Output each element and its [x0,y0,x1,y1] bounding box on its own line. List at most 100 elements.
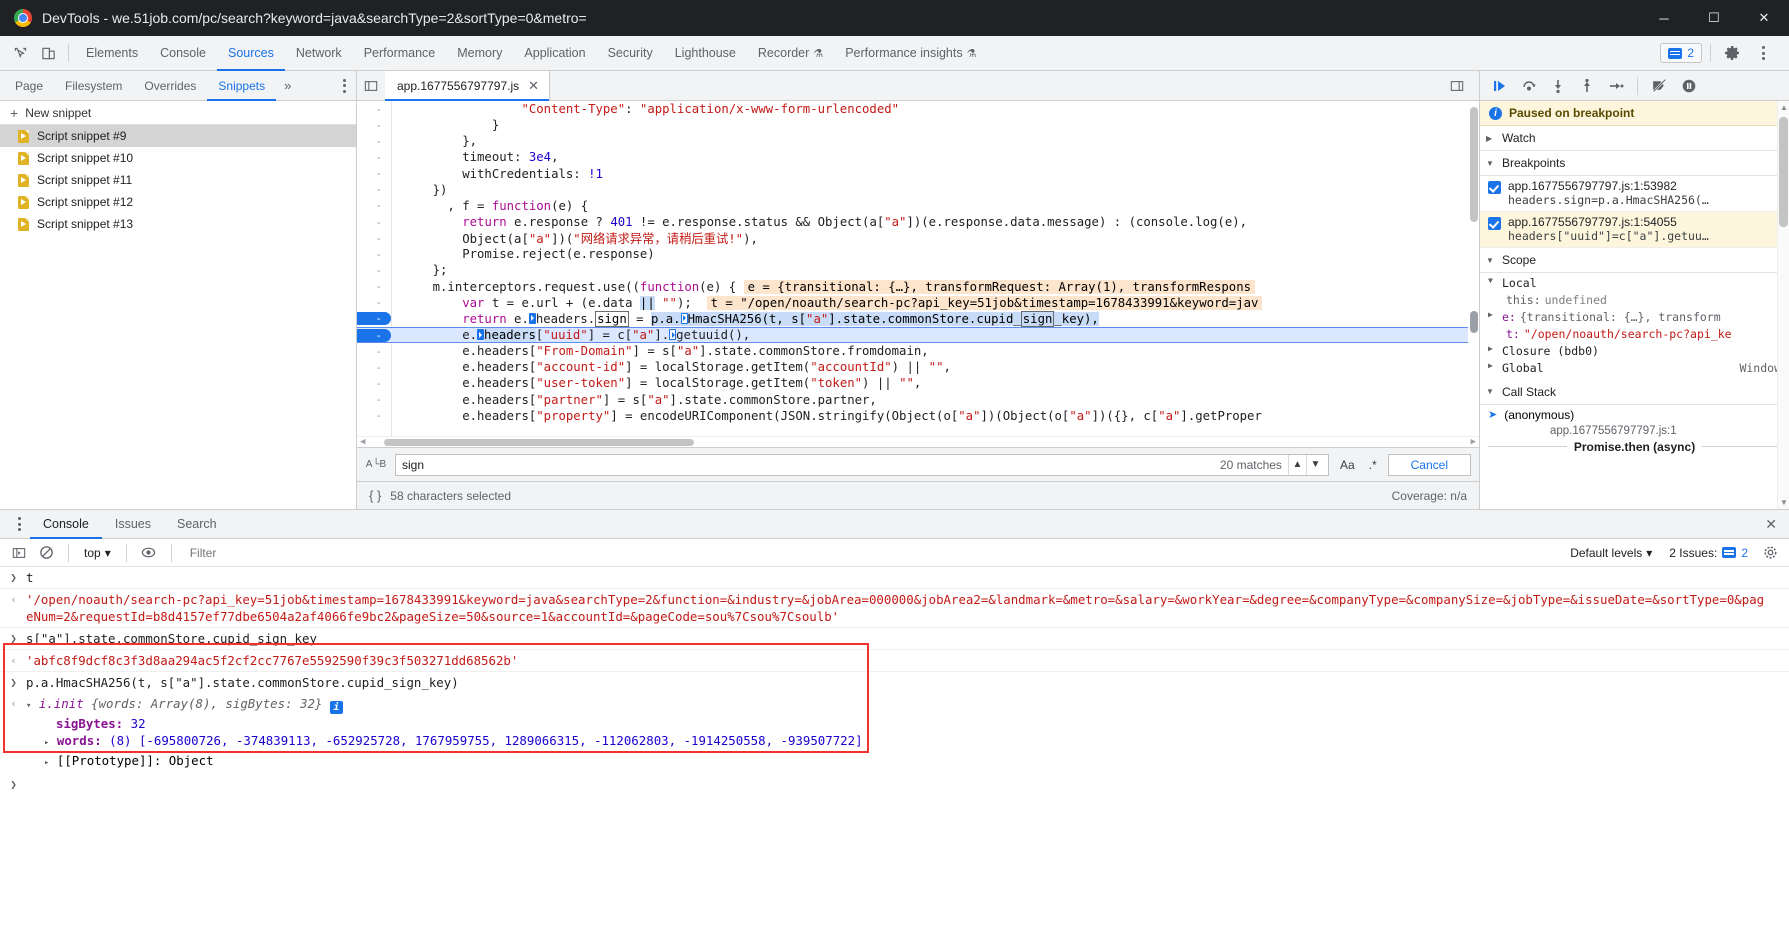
log-levels-selector[interactable]: Default levels ▾ [1564,546,1658,560]
section-call-stack[interactable]: ▼ Call Stack [1480,380,1789,405]
line-gutter[interactable]: - [357,248,391,261]
line-gutter[interactable]: - [357,151,391,164]
close-drawer-icon[interactable]: ✕ [1753,516,1789,533]
chevron-right-icon[interactable]: ▶ [1488,310,1498,324]
tab-recorder[interactable]: Recorder ⚗ [747,36,834,71]
show-navigator-icon[interactable] [357,72,385,100]
scroll-left-icon[interactable]: ◀ [357,437,368,447]
tab-console[interactable]: Console [149,36,217,71]
settings-gear-icon[interactable] [1719,40,1747,66]
filter-input[interactable] [190,546,1558,560]
list-item[interactable]: Script snippet #13 [0,213,356,235]
pause-on-exceptions-icon[interactable] [1675,73,1702,99]
list-item[interactable]: Script snippet #10 [0,147,356,169]
scroll-up-icon[interactable]: ▲ [1780,103,1788,112]
list-item[interactable]: Script snippet #11 [0,169,356,191]
search-next-button[interactable]: ▼ [1306,455,1324,475]
list-item[interactable]: Script snippet #9 [0,125,356,147]
chevron-right-icon[interactable]: ▶ [1488,344,1498,358]
inspect-element-icon[interactable] [6,40,34,66]
code-editor[interactable]: - "Content-Type": "application/x-www-for… [357,101,1479,447]
nav-tab-overrides[interactable]: Overrides [133,71,207,101]
deactivate-breakpoints-icon[interactable] [1646,73,1673,99]
scroll-right-icon[interactable]: ▶ [1468,437,1479,447]
scrollbar-thumb[interactable] [384,439,694,446]
chevron-right-icon[interactable]: ▶ [1488,361,1498,375]
line-gutter-breakpoint[interactable]: - [357,329,391,342]
issues-badge[interactable]: 2 [1660,43,1702,63]
editor-vertical-scrollbar[interactable] [1468,101,1479,436]
console-output[interactable]: ❯ t ‹ '/open/noauth/search-pc?api_key=51… [0,567,1789,927]
scope-closure[interactable]: ▶ Closure (bdb0) [1480,343,1789,360]
scope-local-header[interactable]: ▼ Local [1480,273,1789,292]
show-debugger-icon[interactable] [1443,72,1471,100]
line-gutter[interactable]: - [357,199,391,212]
editor-tab-app-js[interactable]: app.1677556797797.js ✕ [385,71,550,101]
navigator-kebab-icon[interactable] [333,79,356,93]
tab-memory[interactable]: Memory [446,36,513,71]
more-tabs-chevron-icon[interactable]: » [276,78,299,93]
line-gutter[interactable]: - [357,119,391,132]
console-prompt[interactable]: ❯ [0,774,1789,795]
new-snippet-button[interactable]: + New snippet [0,101,356,125]
live-expression-eye-icon[interactable] [138,542,160,564]
editor-horizontal-scrollbar[interactable]: ◀ ▶ [357,436,1479,447]
line-gutter[interactable]: - [357,296,391,309]
scope-entry-e[interactable]: ▶ e: {transitional: {…}, transform [1480,309,1789,326]
line-gutter[interactable]: - [357,409,391,422]
device-toolbar-icon[interactable] [34,40,62,66]
section-watch[interactable]: ▶ Watch [1480,126,1789,151]
tab-application[interactable]: Application [513,36,596,71]
console-settings-gear-icon[interactable] [1759,542,1781,564]
breakpoint-item[interactable]: app.1677556797797.js:1:53982 headers.sig… [1480,176,1789,212]
line-gutter[interactable]: - [357,393,391,406]
execution-context-selector[interactable]: top ▾ [80,546,115,560]
drawer-tab-search[interactable]: Search [164,510,230,539]
line-gutter[interactable]: - [357,280,391,293]
close-button[interactable]: ✕ [1739,0,1789,36]
match-case-toggle[interactable]: Aa [1337,458,1358,472]
tab-performance-insights[interactable]: Performance insights ⚗ [834,36,987,71]
scrollbar-thumb[interactable] [1779,117,1788,227]
line-gutter[interactable]: - [357,232,391,245]
tab-network[interactable]: Network [285,36,353,71]
step-over-icon[interactable] [1515,73,1542,99]
close-icon[interactable]: ✕ [528,79,539,92]
list-item[interactable]: Script snippet #12 [0,191,356,213]
debugger-scrollbar[interactable]: ▲ ▼ [1777,101,1789,509]
line-gutter[interactable]: - [357,377,391,390]
tab-elements[interactable]: Elements [75,36,149,71]
resume-script-icon[interactable] [1486,73,1513,99]
drawer-tab-console[interactable]: Console [30,510,102,539]
console-issues-badge[interactable]: 2 Issues: 2 [1663,546,1754,560]
checkbox-checked-icon[interactable] [1488,181,1501,194]
pretty-print-icon[interactable]: { } [369,488,381,503]
section-breakpoints[interactable]: ▼ Breakpoints [1480,151,1789,176]
line-gutter[interactable]: - [357,167,391,180]
drawer-kebab-icon[interactable] [8,513,30,535]
step-into-icon[interactable] [1544,73,1571,99]
scrollbar-thumb[interactable] [1470,107,1478,222]
regex-toggle[interactable]: .* [1366,458,1380,472]
chevron-right-icon[interactable]: ▸ [44,758,49,768]
maximize-button[interactable]: ☐ [1689,0,1739,36]
line-gutter[interactable]: - [357,345,391,358]
step-icon[interactable] [1602,73,1629,99]
tab-lighthouse[interactable]: Lighthouse [664,36,747,71]
tab-performance[interactable]: Performance [353,36,447,71]
line-gutter-breakpoint[interactable]: - [357,312,391,325]
search-input[interactable] [402,458,1220,472]
search-field[interactable]: 20 matches ▲ ▼ [395,454,1329,476]
search-prev-button[interactable]: ▲ [1288,455,1306,475]
clear-console-icon[interactable] [35,542,57,564]
line-gutter[interactable]: - [357,103,391,116]
line-gutter[interactable]: - [357,361,391,374]
console-filter[interactable] [183,543,1559,563]
more-options-kebab-icon[interactable] [1749,40,1777,66]
line-gutter[interactable]: - [357,216,391,229]
checkbox-checked-icon[interactable] [1488,217,1501,230]
minimize-button[interactable]: ─ [1639,0,1689,36]
tab-sources[interactable]: Sources [217,36,285,71]
line-gutter[interactable]: - [357,183,391,196]
call-stack-frame[interactable]: ➤ (anonymous) [1480,405,1789,425]
